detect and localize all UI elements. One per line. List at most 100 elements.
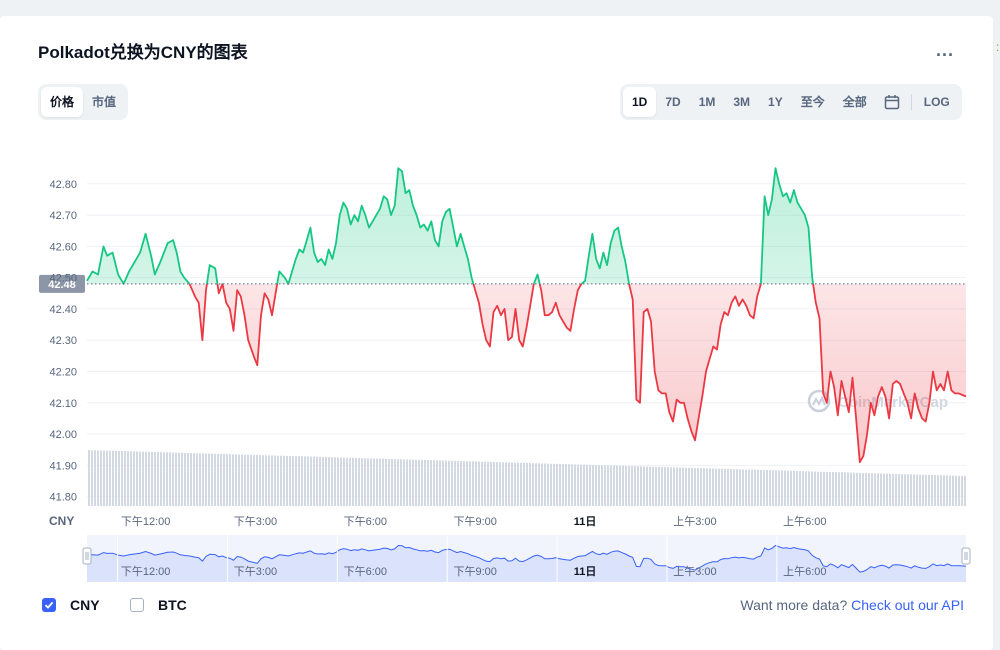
volume-bar: [508, 462, 510, 506]
volume-bar: [133, 451, 135, 506]
volume-bar: [379, 458, 381, 506]
legend-label-btc: BTC: [158, 597, 187, 613]
navigator-handle-icon[interactable]: [82, 547, 92, 565]
volume-bar: [436, 460, 438, 506]
volume-bar: [874, 473, 876, 506]
volume-bar: [199, 453, 201, 506]
handle-body[interactable]: [961, 547, 971, 565]
volume-bar: [850, 472, 852, 506]
volume-bar: [241, 454, 243, 506]
volume-bar: [112, 450, 114, 506]
navigator-tick-label: 下午12:00: [121, 565, 171, 578]
edge-fragment: :: [996, 40, 1000, 54]
volume-bar: [463, 461, 465, 506]
volume-bar: [880, 473, 882, 506]
x-tick-label: 11日: [574, 515, 597, 528]
volume-bar: [352, 457, 354, 506]
volume-bar: [892, 473, 894, 506]
volume-bar: [121, 451, 123, 506]
volume-bar: [856, 472, 858, 506]
volume-bar: [604, 465, 606, 506]
volume-bar: [838, 472, 840, 506]
volume-bar: [913, 474, 915, 506]
volume-bar: [250, 454, 252, 506]
volume-bar: [469, 461, 471, 506]
volume-bar: [790, 470, 792, 506]
volume-bar: [442, 460, 444, 506]
volume-bar: [502, 462, 504, 506]
x-tick-label: 上午6:00: [783, 515, 826, 528]
price-chart[interactable]: CoinMarketCap 42.48 42.8042.7042.6042.50…: [0, 0, 1000, 650]
volume-bar: [460, 461, 462, 506]
volume-bar: [886, 473, 888, 506]
y-tick-label: 41.90: [49, 460, 77, 472]
api-link[interactable]: Check out our API: [851, 597, 964, 613]
volume-bar: [550, 463, 552, 506]
legend-label-cny: CNY: [70, 597, 100, 613]
volume-bar: [700, 468, 702, 506]
volume-bar: [547, 463, 549, 506]
volume-bar: [739, 469, 741, 506]
volume-bar: [781, 470, 783, 506]
volume-bar: [397, 459, 399, 506]
check-icon[interactable]: [42, 598, 56, 612]
volume-bar: [910, 474, 912, 506]
legend-btc[interactable]: BTC: [130, 597, 187, 613]
volume-bar: [313, 456, 315, 506]
volume-bar: [205, 453, 207, 506]
volume-bar: [322, 456, 324, 506]
volume-bar: [631, 466, 633, 506]
x-tick-label: 下午12:00: [121, 515, 171, 528]
handle-body[interactable]: [82, 547, 92, 565]
volume-bar: [841, 472, 843, 506]
volume-bar: [799, 471, 801, 506]
volume-bar: [316, 456, 318, 506]
volume-bar: [664, 467, 666, 506]
volume-bar: [529, 463, 531, 506]
checkbox-empty-icon[interactable]: [130, 598, 144, 612]
volume-bar: [304, 456, 306, 506]
volume-bar: [562, 464, 564, 506]
volume-bar: [553, 463, 555, 506]
volume-bar: [922, 474, 924, 506]
volume-bar: [634, 466, 636, 506]
volume-bar: [727, 468, 729, 506]
volume-bar: [688, 467, 690, 506]
range-navigator[interactable]: 下午12:00 下午3:00 下午6:00 下午9:00 11日 上午3:00 上午6:00: [82, 535, 971, 582]
volume-bar: [391, 458, 393, 506]
volume-bar: [511, 462, 513, 506]
volume-bar: [406, 459, 408, 506]
volume-bar: [400, 459, 402, 506]
volume-bar: [319, 456, 321, 506]
volume-bar: [655, 466, 657, 506]
volume-bar: [214, 453, 216, 506]
volume-bar: [163, 452, 165, 506]
volume-bar: [115, 450, 117, 506]
volume-bar: [823, 471, 825, 506]
volume-bar: [277, 455, 279, 506]
volume-bar: [166, 452, 168, 506]
volume-bar: [412, 459, 414, 506]
volume-bar: [145, 451, 147, 506]
volume-bar: [964, 475, 966, 506]
volume-bar: [217, 453, 219, 506]
volume-bar: [814, 471, 816, 506]
volume-bar: [259, 455, 261, 506]
volume-bar: [151, 451, 153, 506]
volume-bar: [811, 471, 813, 506]
volume-bar: [172, 452, 174, 506]
legend-cny[interactable]: CNY: [42, 597, 100, 613]
volume-bar: [535, 463, 537, 506]
volume-bar: [709, 468, 711, 506]
volume-bar: [181, 452, 183, 506]
volume-bar: [748, 469, 750, 506]
volume-bar: [433, 460, 435, 506]
volume-bar: [295, 456, 297, 506]
volume-bar: [418, 459, 420, 506]
navigator-handle-icon[interactable]: [961, 547, 971, 565]
volume-bar: [730, 469, 732, 506]
volume-bar: [544, 463, 546, 506]
volume-bar: [772, 470, 774, 506]
area-below-baseline: [123, 283, 966, 463]
volume-bar: [661, 466, 663, 506]
